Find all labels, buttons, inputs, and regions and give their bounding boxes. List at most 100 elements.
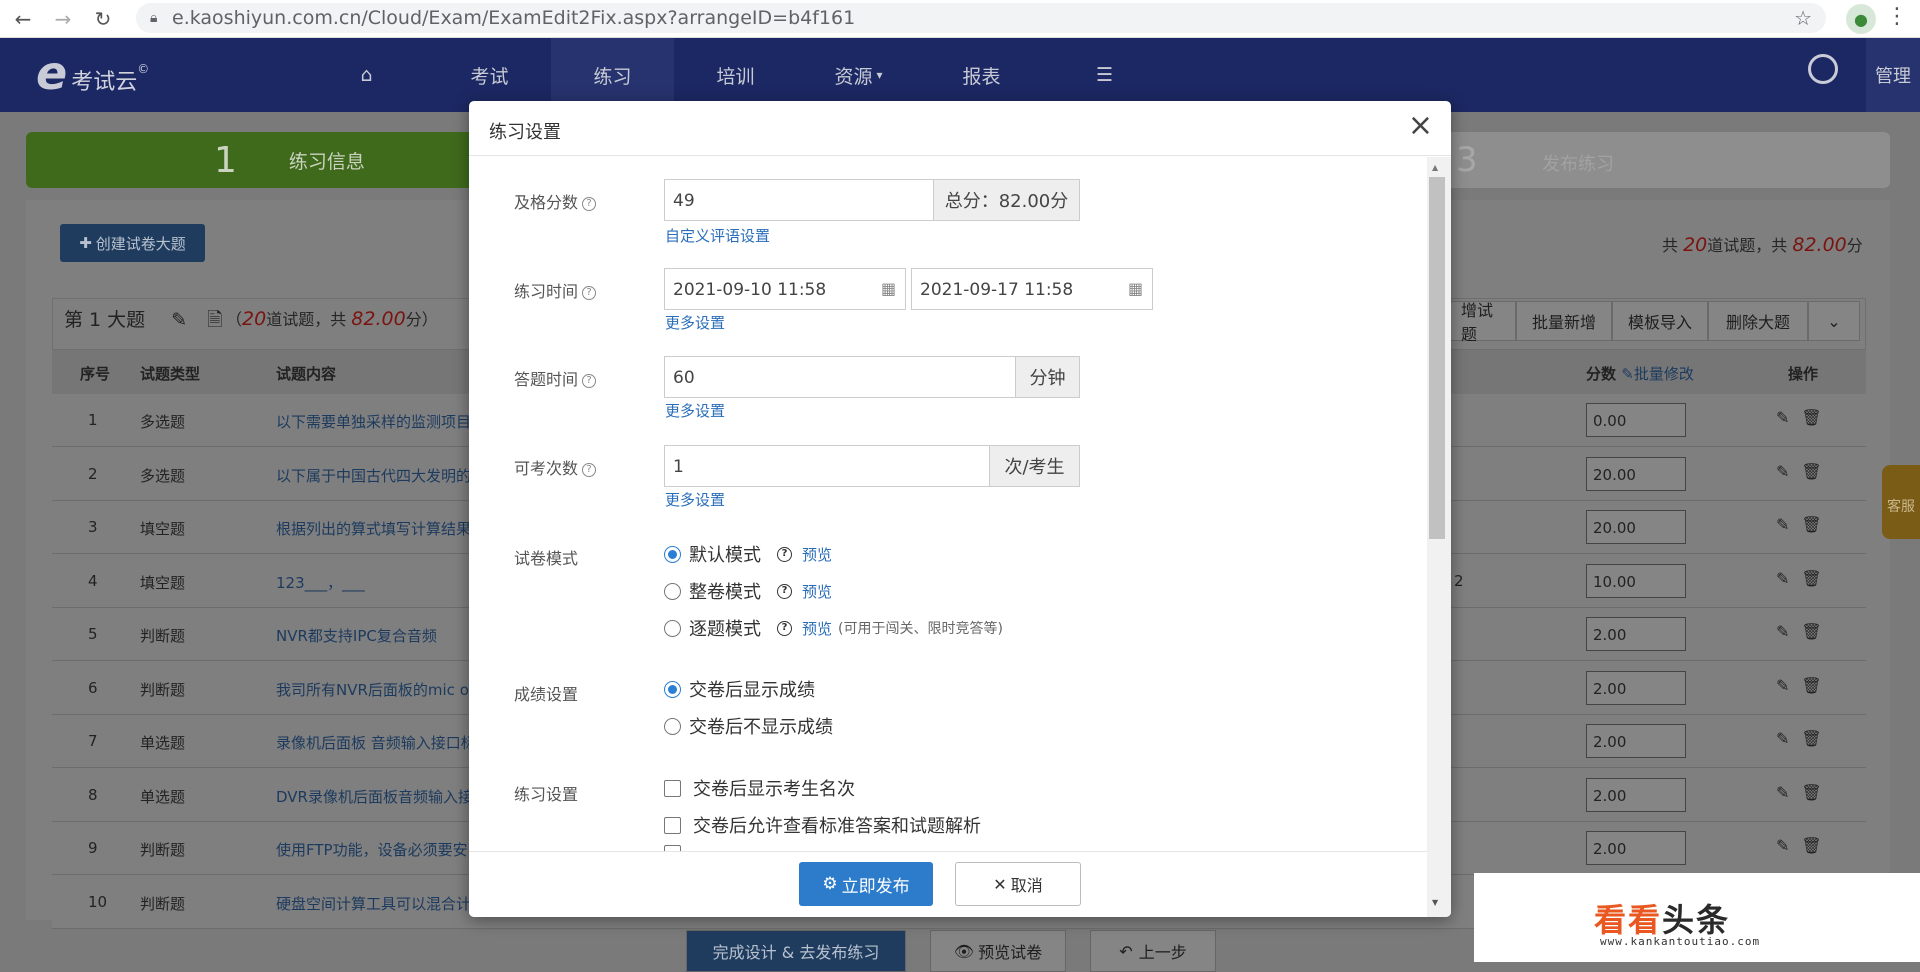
scrollbar-thumb[interactable] <box>1429 177 1445 539</box>
preview-paper-button[interactable]: 👁︎ 预览试卷 <box>930 930 1066 972</box>
trash-icon[interactable]: 🗑︎ <box>1801 622 1833 641</box>
back-arrow-icon[interactable]: ← <box>6 2 40 36</box>
trash-icon[interactable]: 🗑︎ <box>1801 783 1833 802</box>
trash-icon[interactable]: 🗑︎ <box>1801 462 1833 481</box>
forward-arrow-icon[interactable]: → <box>46 2 80 36</box>
row-score-input[interactable]: 0.00 <box>1586 403 1686 437</box>
mode-default-preview-link[interactable]: 预览 <box>802 544 832 565</box>
help-icon[interactable]: ? <box>582 197 597 211</box>
mode-whole-preview-link[interactable]: 预览 <box>802 581 832 602</box>
step-1[interactable]: 1 练习信息 <box>26 132 476 188</box>
row-content-link[interactable]: 以下需要单独采样的监测项目 <box>276 411 471 432</box>
finish-design-button[interactable]: 完成设计 & 去发布练习 <box>686 930 906 972</box>
more-settings-link-2[interactable]: 更多设置 <box>665 400 725 421</box>
row-content-link[interactable]: 以下属于中国古代四大发明的 <box>276 465 471 486</box>
bookmark-star-icon[interactable]: ☆ <box>1794 6 1812 30</box>
trash-icon[interactable]: 🗑︎ <box>1801 408 1833 427</box>
trash-icon[interactable]: 🗑︎ <box>1801 729 1833 748</box>
row-score-input[interactable]: 20.00 <box>1586 510 1686 544</box>
address-bar[interactable]: 🔒︎ e.kaoshiyun.com.cn/Cloud/Exam/ExamEdi… <box>136 3 1826 33</box>
edit-icon[interactable]: ✎ <box>1776 569 1801 588</box>
start-time-input[interactable]: 2021-09-10 11:58 <box>664 268 906 310</box>
row-extra: 2 <box>1454 572 1464 590</box>
total-suffix: 分 <box>1846 236 1863 255</box>
trash-icon[interactable]: 🗑︎ <box>1801 676 1833 695</box>
profile-icon[interactable]: ● <box>1846 4 1876 34</box>
add-question-button[interactable]: 增试题 <box>1446 301 1516 344</box>
trash-icon[interactable]: 🗑︎ <box>1801 569 1833 588</box>
row-score-input[interactable]: 2.00 <box>1586 671 1686 705</box>
mode-single-radio[interactable]: 逐题模式 ? 预览 (可用于闯关、限时竞答等) <box>664 615 1003 641</box>
customer-service-button[interactable]: 客服 <box>1882 465 1920 539</box>
edit-icon[interactable]: ✎ <box>1776 462 1801 481</box>
calendar-icon[interactable]: ▦ <box>1128 279 1143 298</box>
user-avatar-icon[interactable] <box>1808 54 1838 84</box>
help-icon[interactable]: ? <box>582 374 597 388</box>
help-icon[interactable]: ? <box>777 583 792 599</box>
mode-single-preview-link[interactable]: 预览 <box>802 618 832 639</box>
back-step-button[interactable]: ↶ 上一步 <box>1090 930 1216 972</box>
more-settings-link-1[interactable]: 更多设置 <box>665 312 725 333</box>
edit-icon[interactable]: ✎ <box>1776 783 1801 802</box>
template-import-button[interactable]: 模板导入 <box>1612 301 1708 341</box>
row-score-input[interactable]: 2.00 <box>1586 778 1686 812</box>
trash-icon[interactable]: 🗑︎ <box>1801 836 1833 855</box>
chevron-down-icon[interactable]: ⌄ <box>1808 301 1860 341</box>
row-score-input[interactable]: 2.00 <box>1586 724 1686 758</box>
delete-section-button[interactable]: 删除大题 <box>1708 301 1808 341</box>
row-content-link[interactable]: 录像机后面板 音频输入接口标 <box>276 732 476 753</box>
reload-icon[interactable]: ↻ <box>86 2 120 36</box>
row-score-input[interactable]: 2.00 <box>1586 617 1686 651</box>
row-score-input[interactable]: 2.00 <box>1586 831 1686 865</box>
manage-button[interactable]: 管理 <box>1866 38 1920 112</box>
row-score-input[interactable]: 20.00 <box>1586 457 1686 491</box>
document-icon[interactable]: 🗎︎ <box>207 309 222 331</box>
edit-icon[interactable]: ✎ <box>1776 836 1801 855</box>
edit-icon[interactable]: ✎ <box>1776 622 1801 641</box>
help-icon[interactable]: ? <box>582 286 597 300</box>
row-content-link[interactable]: NVR都支持IPC复合音频 <box>276 625 437 646</box>
hide-score-radio[interactable]: 交卷后不显示成绩 <box>664 713 833 739</box>
pass-score-input[interactable]: 49 <box>664 179 934 221</box>
edit-icon[interactable]: ✎ <box>1776 676 1801 695</box>
row-content-link[interactable]: 使用FTP功能，设备必须要安 <box>276 839 468 860</box>
batch-add-button[interactable]: 批量新增 <box>1516 301 1612 341</box>
batch-edit-link[interactable]: ✎批量修改 <box>1621 365 1694 383</box>
row-content-link[interactable]: 我司所有NVR后面板的mic o <box>276 679 469 700</box>
answer-time-input[interactable]: 60 <box>664 356 1016 398</box>
edit-icon[interactable]: ✎ <box>1776 729 1801 748</box>
scroll-down-icon[interactable]: ▼ <box>1432 898 1438 907</box>
allow-answers-checkbox[interactable]: 交卷后允许查看标准答案和试题解析 <box>664 812 981 838</box>
mode-default-radio[interactable]: 默认模式 ? 预览 <box>664 541 832 567</box>
logo[interactable]: e 考试云 © <box>36 50 149 96</box>
row-content-link[interactable]: 硬盘空间计算工具可以混合计 <box>276 893 471 914</box>
help-icon[interactable]: ? <box>777 620 792 636</box>
nav-home-icon[interactable]: ⌂ <box>305 38 428 112</box>
row-content-link[interactable]: 123___，___ <box>276 572 365 593</box>
end-time-input[interactable]: 2021-09-17 11:58 <box>911 268 1153 310</box>
row-content-link[interactable]: 根据列出的算式填写计算结果 <box>276 518 471 539</box>
step-3-label[interactable]: 发布练习 <box>1542 150 1614 176</box>
edit-icon[interactable]: ✎ <box>1776 408 1801 427</box>
browser-menu-icon[interactable]: ⋮ <box>1886 4 1908 29</box>
create-section-button[interactable]: ✚ 创建试卷大题 <box>60 224 205 262</box>
custom-eval-link[interactable]: 自定义评语设置 <box>665 225 770 246</box>
total-score: 82.00 <box>1792 234 1847 256</box>
publish-now-button[interactable]: ⚙ 立即发布 <box>799 862 933 906</box>
show-rank-checkbox[interactable]: 交卷后显示考生名次 <box>664 775 855 801</box>
help-icon[interactable]: ? <box>777 546 792 562</box>
calendar-icon[interactable]: ▦ <box>881 279 896 298</box>
cancel-button[interactable]: ✕ 取消 <box>955 862 1081 906</box>
edit-pencil-icon[interactable]: ✎ <box>171 309 187 331</box>
show-score-radio[interactable]: 交卷后显示成绩 <box>664 676 815 702</box>
attempts-input[interactable]: 1 <box>664 445 990 487</box>
trash-icon[interactable]: 🗑︎ <box>1801 515 1833 534</box>
help-icon[interactable]: ? <box>582 463 597 477</box>
edit-icon[interactable]: ✎ <box>1776 515 1801 534</box>
scroll-up-icon[interactable]: ▲ <box>1432 163 1438 172</box>
close-icon[interactable]: × <box>1408 111 1433 141</box>
mode-whole-radio[interactable]: 整卷模式 ? 预览 <box>664 578 832 604</box>
more-settings-link-3[interactable]: 更多设置 <box>665 489 725 510</box>
row-score-input[interactable]: 10.00 <box>1586 564 1686 598</box>
row-content-link[interactable]: DVR录像机后面板音频输入接 <box>276 786 473 807</box>
